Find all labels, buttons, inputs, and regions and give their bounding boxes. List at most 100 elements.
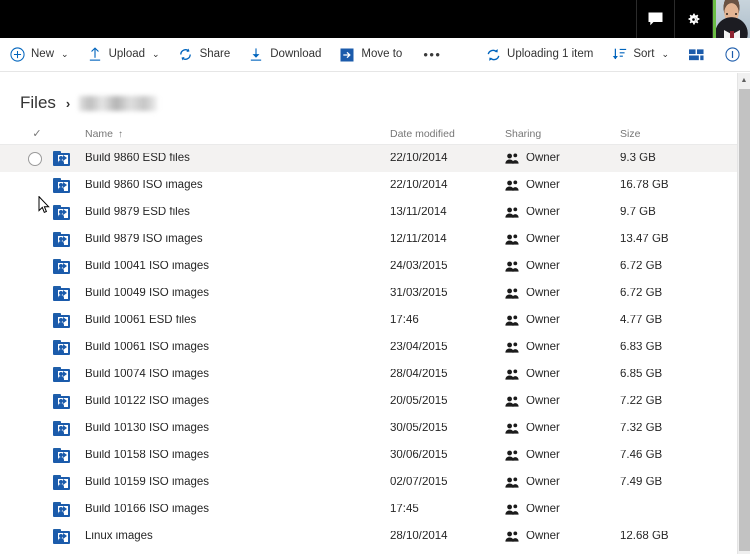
owner-people-icon (505, 261, 519, 273)
row-name-cell[interactable]: Build 10074 ISO images (85, 361, 385, 388)
sort-button[interactable]: Sort ⌄ (602, 38, 678, 72)
row-select-checkbox[interactable] (22, 361, 48, 388)
row-name-cell[interactable]: Build 9879 ISO images (85, 226, 385, 253)
column-header-size[interactable]: Size (620, 124, 725, 144)
row-select-checkbox[interactable] (22, 172, 48, 199)
owner-people-icon (505, 369, 519, 381)
share-button[interactable]: Share (169, 38, 240, 72)
select-all-checkbox[interactable]: ✓ (24, 124, 50, 144)
row-sharing-cell[interactable]: Owner (505, 496, 615, 523)
column-header-sharing-label: Sharing (505, 128, 542, 140)
column-header-date-modified[interactable]: Date modified (390, 124, 500, 144)
row-name-cell[interactable]: Build 10061 ISO images (85, 334, 385, 361)
column-header-name[interactable]: Name ↑ (85, 124, 385, 144)
table-row[interactable]: Build 10061 ISO images 23/04/2015 Owner … (0, 334, 737, 361)
column-header-sharing[interactable]: Sharing (505, 124, 615, 144)
table-row[interactable]: Build 10130 ISO images 30/05/2015 Owner … (0, 415, 737, 442)
table-row[interactable]: Build 10159 ISO images 02/07/2015 Owner … (0, 469, 737, 496)
table-row[interactable]: Linux images 28/10/2014 Owner 12.68 GB (0, 523, 737, 550)
row-sharing-cell[interactable]: Owner (505, 253, 615, 280)
row-select-checkbox[interactable] (22, 523, 48, 550)
row-size-cell: 16.78 GB (620, 172, 725, 199)
table-row[interactable]: Build 9860 ESD files 22/10/2014 Owner 9.… (0, 145, 737, 172)
row-select-checkbox[interactable] (22, 307, 48, 334)
row-size-cell: 6.72 GB (620, 280, 725, 307)
row-name-cell[interactable]: Build 10061 ESD files (85, 307, 385, 334)
table-row[interactable]: Build 10074 ISO images 28/04/2015 Owner … (0, 361, 737, 388)
table-row[interactable]: Build 9879 ISO images 12/11/2014 Owner 1… (0, 226, 737, 253)
table-row[interactable]: Build 9879 ESD files 13/11/2014 Owner 9.… (0, 199, 737, 226)
row-name-cell[interactable]: Build 10130 ISO images (85, 415, 385, 442)
view-toggle-button[interactable] (678, 38, 714, 72)
upload-button[interactable]: Upload ⌄ (78, 38, 169, 72)
row-name-cell[interactable]: Build 10166 ISO images (85, 496, 385, 523)
row-sharing-label: Owner (526, 287, 560, 299)
row-sharing-cell[interactable]: Owner (505, 469, 615, 496)
row-select-checkbox[interactable] (22, 334, 48, 361)
row-select-checkbox[interactable] (22, 415, 48, 442)
row-name-cell[interactable]: Build 10049 ISO images (85, 280, 385, 307)
download-button[interactable]: Download (239, 38, 330, 72)
row-select-checkbox[interactable] (22, 280, 48, 307)
row-select-checkbox[interactable] (22, 442, 48, 469)
move-to-button[interactable]: Move to (330, 38, 411, 72)
row-name-cell[interactable]: Build 9860 ISO images (85, 172, 385, 199)
breadcrumb-current-folder-redacted[interactable] (79, 95, 158, 111)
row-sharing-cell[interactable]: Owner (505, 523, 615, 550)
row-sharing-cell[interactable]: Owner (505, 280, 615, 307)
row-name-cell[interactable]: Build 10041 ISO images (85, 253, 385, 280)
new-button[interactable]: New ⌄ (0, 38, 78, 72)
gear-icon[interactable] (674, 0, 712, 38)
row-select-checkbox[interactable] (22, 469, 48, 496)
file-list[interactable]: Build 9860 ESD files 22/10/2014 Owner 9.… (0, 145, 737, 554)
row-select-checkbox[interactable] (22, 388, 48, 415)
details-pane-button[interactable] (714, 38, 750, 72)
table-row[interactable]: Build 10041 ISO images 24/03/2015 Owner … (0, 253, 737, 280)
row-sharing-cell[interactable]: Owner (505, 388, 615, 415)
row-sharing-cell[interactable]: Owner (505, 415, 615, 442)
row-sharing-cell[interactable]: Owner (505, 145, 615, 172)
row-date-label: 02/07/2015 (390, 476, 448, 488)
chat-icon[interactable] (636, 0, 674, 38)
row-name-label: Build 10049 ISO images (85, 287, 210, 299)
vertical-scrollbar[interactable]: ▲ (737, 73, 750, 554)
row-size-label: 16.78 GB (620, 179, 669, 191)
scroll-up-arrow-icon[interactable]: ▲ (738, 73, 750, 87)
row-name-cell[interactable]: Build 10158 ISO images (85, 442, 385, 469)
row-sharing-cell[interactable]: Owner (505, 334, 615, 361)
row-name-cell[interactable]: Build 10159 ISO images (85, 469, 385, 496)
row-select-checkbox[interactable] (22, 226, 48, 253)
owner-people-icon (505, 234, 519, 246)
upload-status[interactable]: Uploading 1 item (476, 38, 602, 72)
row-sharing-cell[interactable]: Owner (505, 361, 615, 388)
table-row[interactable]: Build 10158 ISO images 30/06/2015 Owner … (0, 442, 737, 469)
row-name-cell[interactable]: Build 9879 ESD files (85, 199, 385, 226)
row-sharing-cell[interactable]: Owner (505, 442, 615, 469)
breadcrumb-root-link[interactable]: Files (20, 93, 56, 113)
row-sharing-cell[interactable]: Owner (505, 199, 615, 226)
table-row[interactable]: Build 10122 ISO images 20/05/2015 Owner … (0, 388, 737, 415)
row-name-cell[interactable]: Linux images (85, 523, 385, 550)
table-row[interactable]: Build 10166 ISO images 17:45 Owner (0, 496, 737, 523)
row-name-cell[interactable]: Build 10122 ISO images (85, 388, 385, 415)
row-select-checkbox[interactable] (22, 496, 48, 523)
shared-folder-icon (53, 475, 71, 490)
overflow-menu-button[interactable]: ••• (411, 38, 453, 72)
chevron-down-icon: ⌄ (61, 49, 69, 59)
row-select-checkbox[interactable] (22, 199, 48, 226)
row-date-cell: 28/10/2014 (390, 523, 500, 550)
table-row[interactable]: Build 10061 ESD files 17:46 Owner 4.77 G… (0, 307, 737, 334)
row-name-cell[interactable]: Build 9860 ESD files (85, 145, 385, 172)
row-select-checkbox[interactable] (22, 145, 48, 172)
table-row[interactable]: Build 10049 ISO images 31/03/2015 Owner … (0, 280, 737, 307)
avatar[interactable] (712, 0, 750, 38)
scrollbar-thumb[interactable] (739, 89, 750, 551)
row-select-checkbox[interactable] (22, 253, 48, 280)
column-header-size-label: Size (620, 128, 641, 140)
selection-circle-icon[interactable] (28, 151, 42, 166)
row-sharing-cell[interactable]: Owner (505, 226, 615, 253)
table-row[interactable]: Build 9860 ISO images 22/10/2014 Owner 1… (0, 172, 737, 199)
row-sharing-cell[interactable]: Owner (505, 172, 615, 199)
owner-people-icon (505, 153, 519, 165)
row-sharing-cell[interactable]: Owner (505, 307, 615, 334)
